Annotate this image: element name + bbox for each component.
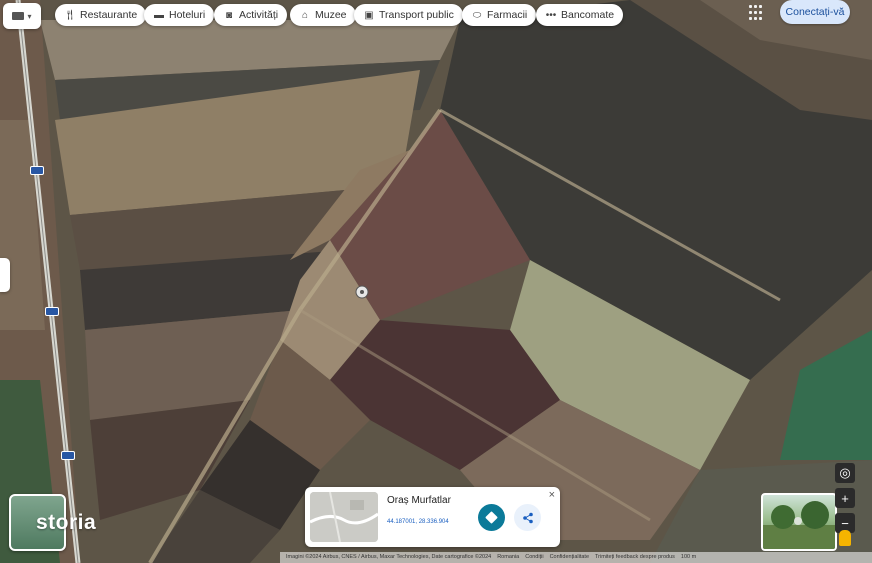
attribution-region[interactable]: Romania: [497, 552, 519, 563]
satellite-map[interactable]: [0, 0, 872, 563]
pill-icon: ⬭: [472, 9, 482, 21]
chip-hoteluri[interactable]: ▬ Hoteluri: [144, 4, 215, 26]
scale-label[interactable]: 100 m: [681, 552, 696, 563]
more-dots-icon: •••: [545, 9, 557, 21]
road-badge: [30, 166, 44, 175]
chip-farmacii[interactable]: ⬭ Farmacii: [462, 4, 537, 26]
directions-icon: [485, 511, 498, 524]
layer-toggle-button[interactable]: ▾: [3, 3, 41, 29]
chevron-down-icon: ▾: [27, 11, 32, 21]
chip-label: Transport public: [379, 9, 454, 21]
chip-muzee[interactable]: ⌂ Muzee: [290, 4, 356, 26]
chip-label: Restaurante: [80, 9, 138, 21]
chip-bancomate[interactable]: ••• Bancomate: [536, 4, 624, 26]
collapse-side-panel-button[interactable]: [0, 258, 10, 292]
road-badge: [45, 307, 59, 316]
storia-watermark: storia: [36, 511, 97, 534]
bus-icon: ▣: [364, 9, 374, 21]
share-icon: [522, 512, 533, 523]
sign-in-button[interactable]: Conectați-vă: [780, 0, 850, 24]
layers-icon: [12, 12, 25, 20]
place-thumbnail[interactable]: [310, 492, 378, 542]
chip-restaurante[interactable]: 🍴︎ Restaurante: [55, 4, 147, 26]
my-location-button[interactable]: ◎: [835, 463, 855, 483]
bed-icon: ▬: [154, 9, 164, 21]
attribution-text: Imagini ©2024 Airbus, CNES / Airbus, Max…: [286, 554, 492, 560]
target-icon: ◎: [839, 465, 851, 480]
close-icon[interactable]: ×: [549, 489, 555, 501]
directions-button[interactable]: [478, 504, 505, 531]
apps-grid-icon[interactable]: [748, 4, 766, 22]
camera-icon: ◙: [225, 9, 233, 21]
attribution-terms[interactable]: Condiții: [525, 552, 543, 563]
chip-label: Hoteluri: [169, 9, 206, 21]
zoom-in-button[interactable]: +: [835, 488, 855, 508]
share-button[interactable]: [514, 504, 541, 531]
road-badge: [61, 451, 75, 460]
chip-transport-public[interactable]: ▣ Transport public: [354, 4, 463, 26]
attribution-feedback[interactable]: Trimiteți feedback despre produs: [595, 552, 675, 563]
street-view-thumbnail[interactable]: [761, 493, 837, 551]
place-coordinates[interactable]: 44.187001, 28.336.904: [387, 519, 449, 525]
chip-label: Bancomate: [561, 9, 615, 21]
fork-knife-icon: 🍴︎: [63, 9, 77, 21]
chip-label: Farmacii: [487, 9, 528, 21]
pegman-icon[interactable]: [839, 530, 851, 546]
chip-label: Activități: [239, 9, 279, 21]
place-card[interactable]: Oraș Murfatlar 44.187001, 28.336.904 ×: [305, 487, 560, 547]
attribution-bar: Imagini ©2024 Airbus, CNES / Airbus, Max…: [280, 552, 872, 563]
chip-label: Muzee: [315, 9, 347, 21]
chip-activitati[interactable]: ◙ Activități: [214, 4, 288, 26]
museum-icon: ⌂: [301, 9, 309, 21]
attribution-privacy[interactable]: Confidențialitate: [550, 552, 589, 563]
place-title: Oraș Murfatlar: [387, 495, 451, 506]
